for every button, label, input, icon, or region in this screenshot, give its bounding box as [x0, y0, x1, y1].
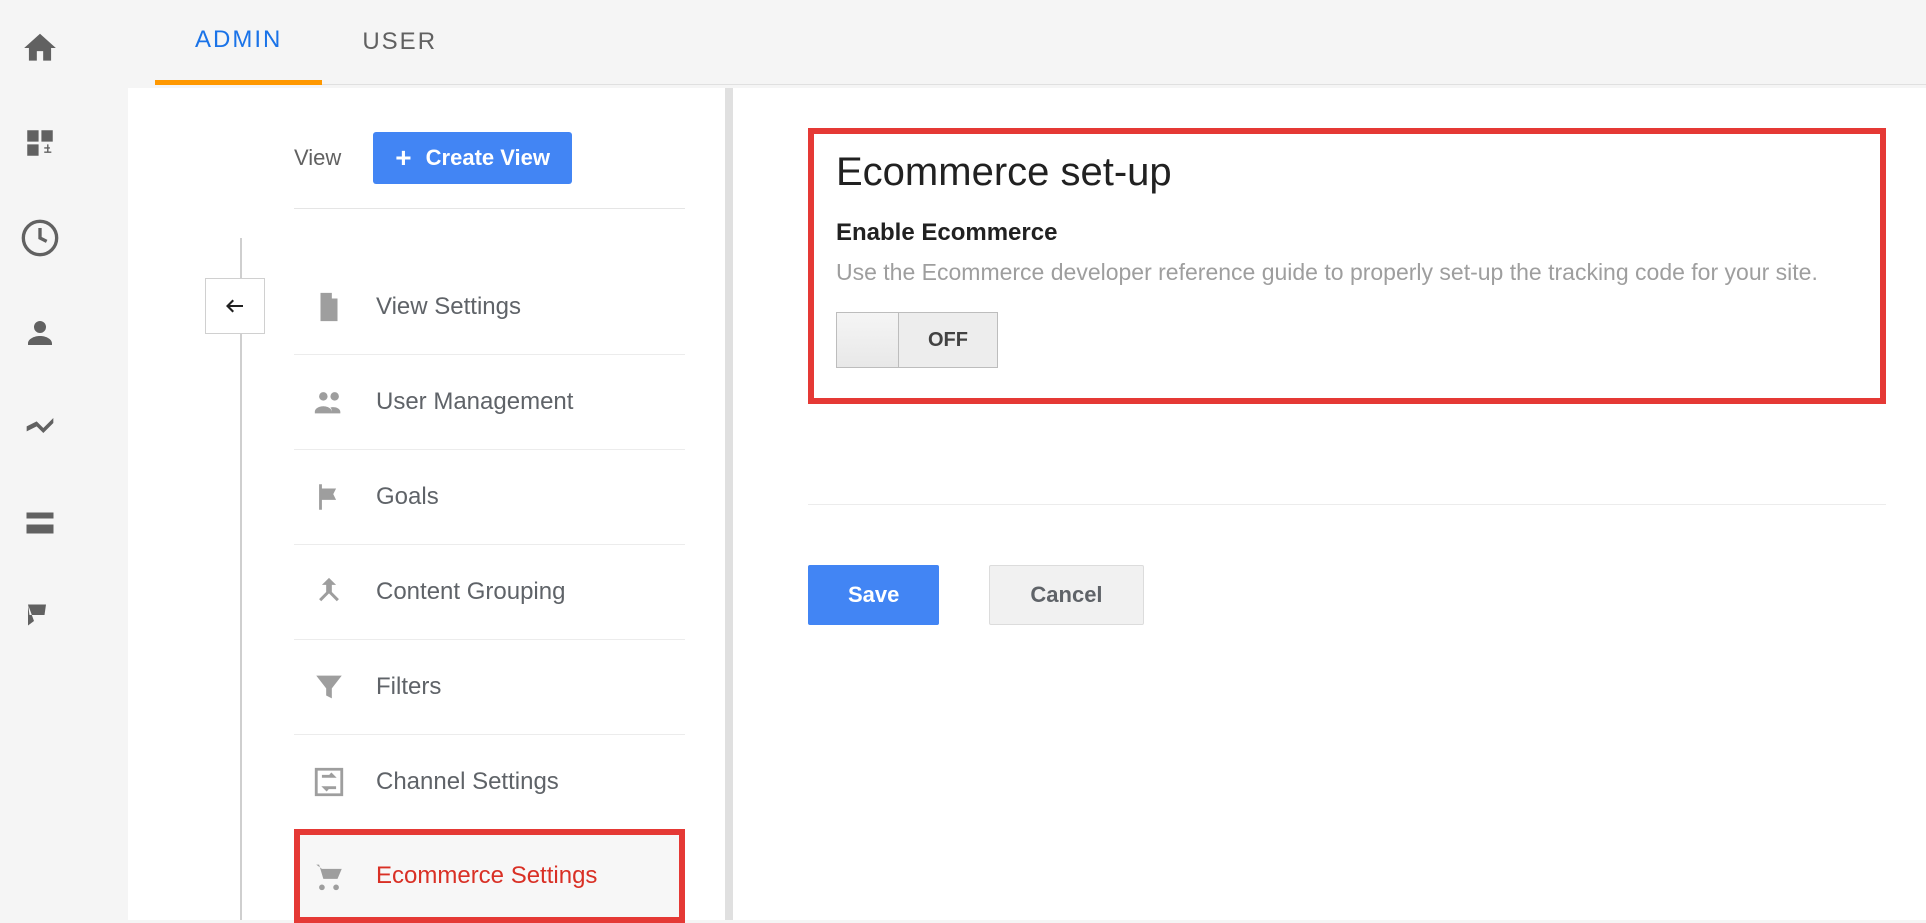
admin-card: View + Create View View Settings User Ma…: [128, 88, 1926, 920]
divider: [294, 208, 685, 209]
left-nav-rail: [0, 0, 80, 920]
enable-ecommerce-label: Enable Ecommerce: [836, 219, 1858, 247]
view-label: View: [294, 145, 341, 171]
menu-content-grouping[interactable]: Content Grouping: [294, 545, 685, 640]
plus-icon: +: [395, 144, 411, 172]
create-view-label: Create View: [426, 145, 550, 171]
menu-goals[interactable]: Goals: [294, 450, 685, 545]
menu-user-management[interactable]: User Management: [294, 355, 685, 450]
enable-ecommerce-description: Use the Ecommerce developer reference gu…: [836, 259, 1858, 286]
ecommerce-setup-panel: Ecommerce set-up Enable Ecommerce Use th…: [808, 128, 1886, 404]
ecommerce-title: Ecommerce set-up: [836, 150, 1858, 195]
admin-tabs: ADMIN USER: [155, 0, 1926, 85]
behavior-icon[interactable]: [0, 475, 80, 570]
menu-label: View Settings: [376, 293, 521, 321]
audience-icon[interactable]: [0, 285, 80, 380]
funnel-icon: [312, 670, 346, 704]
vertical-line: [240, 238, 242, 920]
document-icon: [312, 290, 346, 324]
menu-label: Channel Settings: [376, 768, 559, 796]
action-buttons: Save Cancel: [808, 504, 1886, 625]
menu-channel-settings[interactable]: Channel Settings: [294, 735, 685, 830]
toggle-knob: [837, 313, 899, 367]
merge-icon: [312, 575, 346, 609]
view-menu: View Settings User Management Goals Cont…: [294, 260, 685, 923]
enable-ecommerce-toggle[interactable]: OFF: [836, 312, 998, 368]
menu-label: Content Grouping: [376, 578, 565, 606]
menu-label: Filters: [376, 673, 441, 701]
menu-ecommerce-settings[interactable]: Ecommerce Settings: [294, 829, 685, 923]
acquisition-icon[interactable]: [0, 380, 80, 475]
cart-icon: [312, 859, 346, 893]
flag-icon: [312, 480, 346, 514]
tab-admin[interactable]: ADMIN: [155, 0, 322, 85]
swap-icon: [312, 765, 346, 799]
main-content: Ecommerce set-up Enable Ecommerce Use th…: [768, 88, 1926, 920]
back-arrow-icon: [218, 294, 252, 318]
home-icon[interactable]: [0, 0, 80, 95]
view-header-row: View + Create View: [294, 132, 572, 184]
realtime-icon[interactable]: [0, 190, 80, 285]
menu-label: Ecommerce Settings: [376, 862, 597, 890]
conversions-icon[interactable]: [0, 570, 80, 665]
menu-view-settings[interactable]: View Settings: [294, 260, 685, 355]
menu-label: Goals: [376, 483, 439, 511]
save-button[interactable]: Save: [808, 565, 939, 625]
toggle-state-label: OFF: [899, 313, 997, 367]
people-icon: [312, 385, 346, 419]
tab-user[interactable]: USER: [322, 0, 477, 84]
cancel-button[interactable]: Cancel: [989, 565, 1143, 625]
menu-filters[interactable]: Filters: [294, 640, 685, 735]
customization-icon[interactable]: [0, 95, 80, 190]
create-view-button[interactable]: + Create View: [373, 132, 572, 184]
menu-label: User Management: [376, 388, 573, 416]
view-sidebar: View + Create View View Settings User Ma…: [128, 88, 733, 920]
back-button[interactable]: [205, 278, 265, 334]
